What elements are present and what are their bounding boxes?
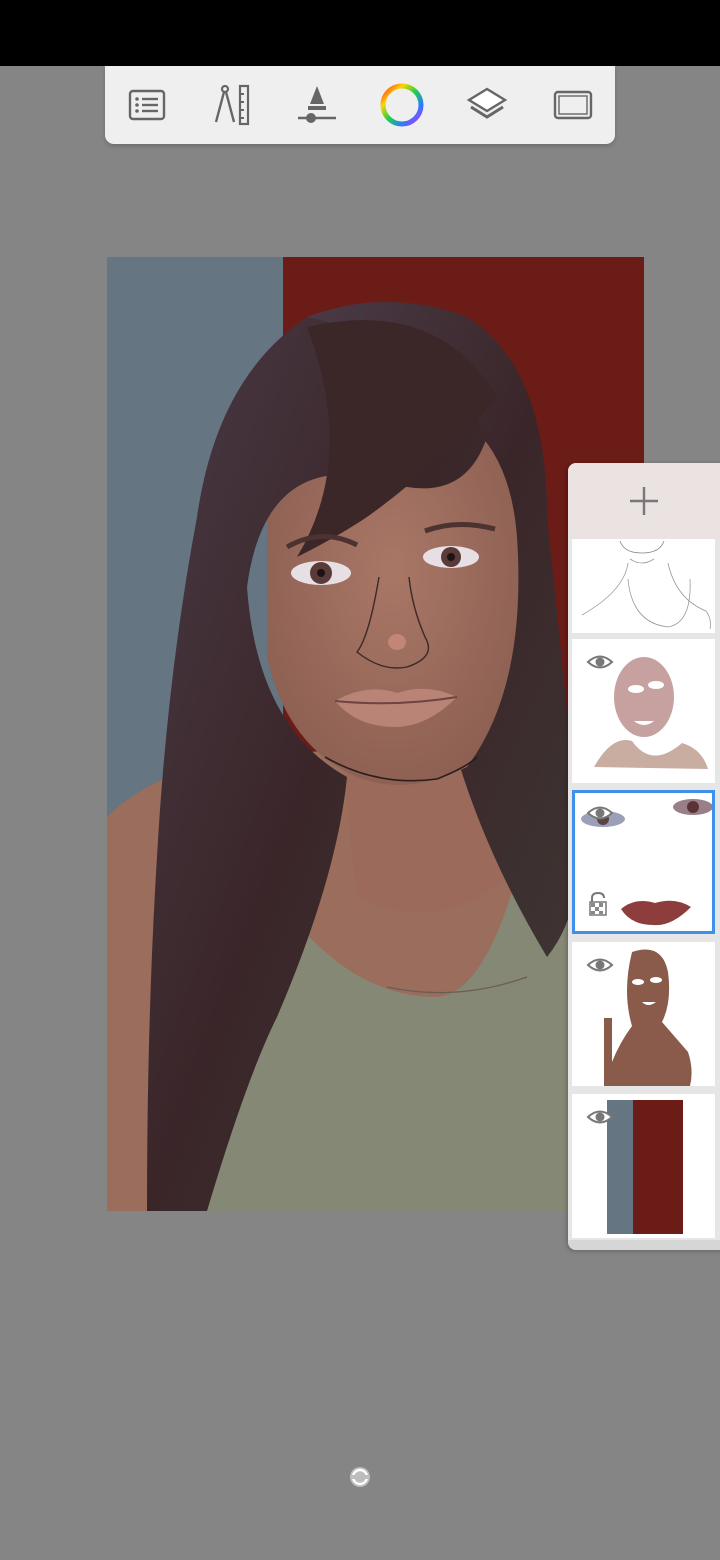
fullscreen-icon [553,90,593,120]
layers-button[interactable] [463,83,511,127]
alpha-lock-icon[interactable] [588,892,608,916]
layers-panel-bottom [568,1240,720,1250]
drawing-canvas[interactable] [107,257,644,1211]
compass-ruler-icon [214,84,250,126]
brush-properties-button[interactable] [293,83,341,127]
add-layer-button[interactable] [568,463,720,539]
layer-background[interactable] [572,1094,715,1238]
portrait-artwork [107,257,644,1211]
eye-icon[interactable] [586,956,614,974]
layers-icon [466,87,508,119]
color-button[interactable] [378,83,426,127]
status-bar [0,0,720,66]
nose-highlight [388,634,406,650]
rotate-icon [350,1467,370,1487]
brush-size-icon [298,86,336,123]
eye-icon[interactable] [586,653,614,671]
fullscreen-button[interactable] [549,83,597,127]
sketch-thumbnail [581,540,711,630]
canvas-rotate-button[interactable] [348,1465,372,1489]
layer-shading[interactable] [572,639,715,783]
right-pupil [447,553,455,561]
layer-base-skin[interactable] [572,942,715,1086]
menu-button[interactable] [123,83,171,127]
layer-sketch[interactable] [572,539,715,633]
plus-icon [630,487,658,515]
layer-features[interactable] [572,790,715,934]
ruler-button[interactable] [207,83,255,127]
eye-icon[interactable] [586,804,614,822]
left-pupil [317,569,325,577]
eye-icon[interactable] [586,1108,614,1126]
layers-panel [568,463,720,1250]
color-wheel-icon [380,83,424,127]
top-toolbar [105,66,615,144]
list-icon [128,89,166,121]
